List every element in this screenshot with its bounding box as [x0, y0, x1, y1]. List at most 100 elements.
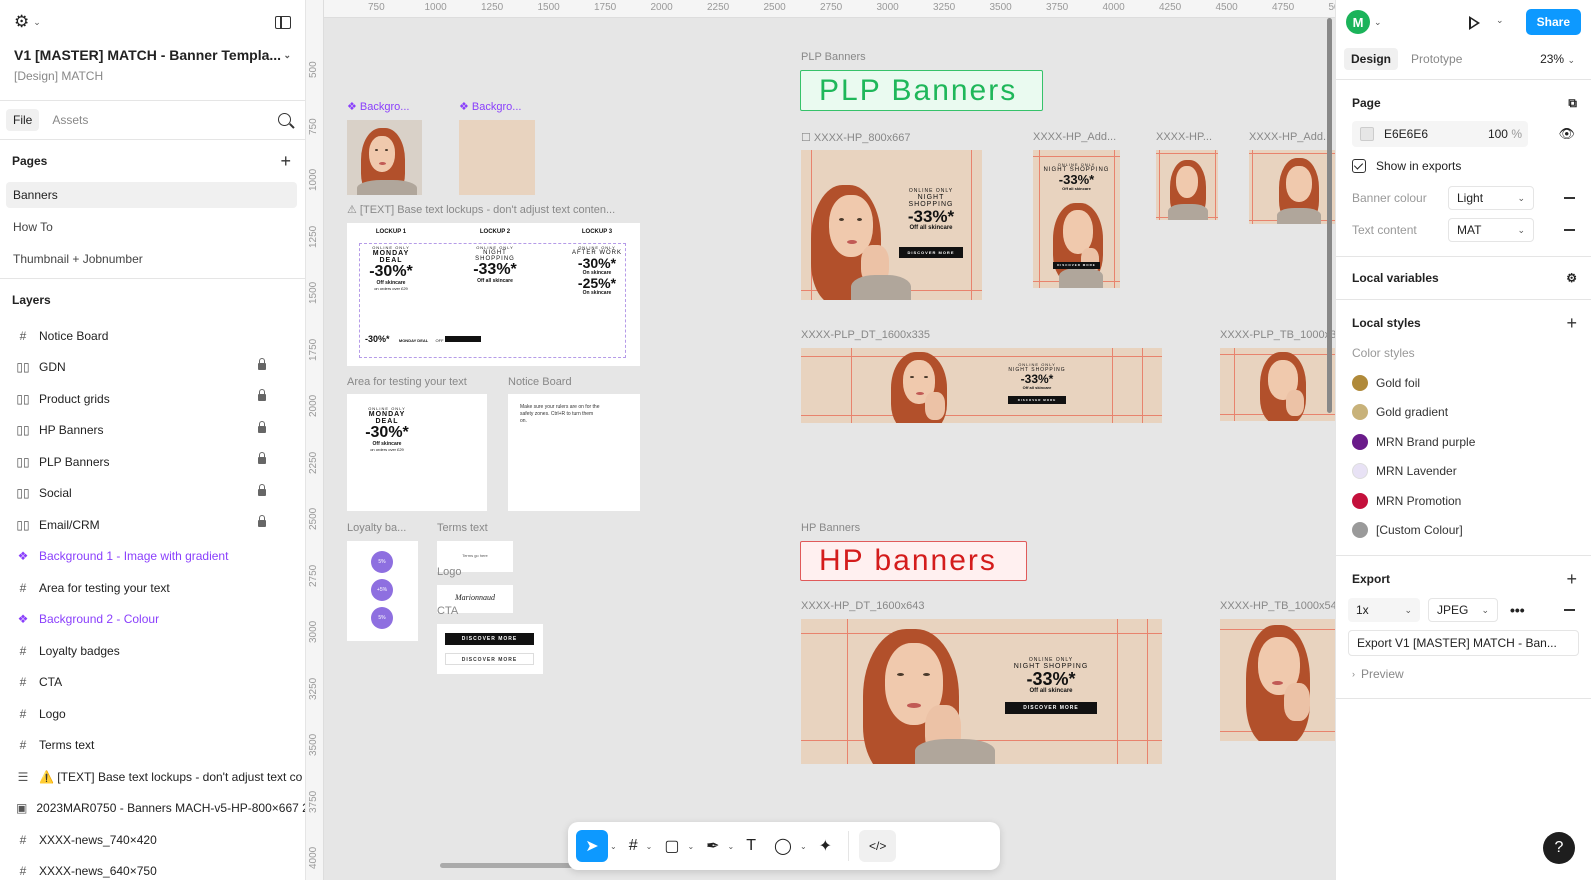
canvas[interactable]: 750 1000 1250 1500 1750 2000 2250 2500 2750 3000 3…	[306, 0, 1335, 880]
banner-plp-dt-1600x335[interactable]: ONLINE ONLY NIGHT SHOPPING -33%* Off all…	[801, 348, 1162, 423]
layer-item[interactable]: ▯▯ PLP Banners	[0, 446, 305, 478]
page-item-banners[interactable]: Banners	[6, 182, 297, 208]
color-style-item[interactable]: MRN Lavender	[1336, 457, 1591, 487]
layer-item[interactable]: ▯▯ HP Banners	[0, 415, 305, 447]
layer-item[interactable]: # Notice Board	[0, 320, 305, 352]
search-icon[interactable]	[278, 113, 291, 126]
page-color-field[interactable]: E6E6E6 100 %	[1352, 121, 1528, 147]
page-settings-icon[interactable]: ⧉	[1568, 96, 1577, 111]
layer-item[interactable]: ▯▯ GDN	[0, 352, 305, 384]
frame-label-bg1[interactable]: ❖ Backgro...	[347, 100, 409, 113]
more-options-icon[interactable]: •••	[1510, 602, 1525, 618]
file-title-row[interactable]: V1 [MASTER] MATCH - Banner Templa... ⌄	[0, 44, 305, 66]
color-style-item[interactable]: [Custom Colour]	[1336, 516, 1591, 546]
frame-label-hp-small[interactable]: XXXX-HP...	[1156, 131, 1212, 143]
cta-frame[interactable]: DISCOVER MORE DISCOVER MORE	[437, 624, 543, 674]
comment-tool-icon[interactable]: ◯	[768, 830, 798, 862]
loyalty-badges-frame[interactable]: 5% +5% 5%	[347, 541, 418, 641]
export-button[interactable]: Export V1 [MASTER] MATCH - Ban...	[1348, 630, 1579, 656]
tab-assets[interactable]: Assets	[45, 109, 95, 131]
remove-variable-icon[interactable]	[1564, 229, 1575, 231]
layer-item[interactable]: # Terms text	[0, 730, 305, 762]
banner-colour-select[interactable]: Light ⌄	[1448, 186, 1534, 210]
frame-label-loyalty[interactable]: Loyalty ba...	[347, 522, 406, 534]
layer-item[interactable]: ▯▯ Email/CRM	[0, 509, 305, 541]
frame-label-hp-800[interactable]: ☐ XXXX-HP_800x667	[801, 131, 911, 144]
page-color-swatch[interactable]	[1360, 127, 1374, 141]
plp-banners-title[interactable]: PLP Banners	[800, 70, 1043, 111]
layer-item[interactable]: ☰ ⚠️ [TEXT] Base text lockups - don't adj…	[0, 761, 305, 793]
avatar[interactable]: M	[1346, 10, 1370, 34]
hp-banners-title[interactable]: HP banners	[800, 541, 1027, 581]
tab-design[interactable]: Design	[1344, 47, 1399, 70]
pen-tool-icon[interactable]: ✒	[700, 830, 725, 862]
background-colour-frame[interactable]	[459, 120, 535, 195]
layer-item[interactable]: # XXXX-news_640×750	[0, 856, 305, 880]
preview-row[interactable]: › Preview	[1336, 660, 1591, 688]
help-button[interactable]: ?	[1543, 832, 1575, 864]
present-play-icon[interactable]	[1469, 16, 1480, 30]
text-tool-icon[interactable]: T	[740, 830, 762, 862]
page-item-how-to[interactable]: How To	[6, 214, 297, 240]
shape-tool-icon[interactable]: ▢	[658, 830, 685, 862]
layer-item[interactable]: ❖ Background 2 - Colour	[0, 604, 305, 636]
color-style-item[interactable]: Gold foil	[1336, 368, 1591, 398]
chevron-down-icon[interactable]: ⌄	[1496, 15, 1504, 26]
tab-file[interactable]: File	[6, 109, 40, 131]
lock-icon[interactable]	[258, 420, 266, 433]
banner-hp-tb[interactable]	[1220, 619, 1335, 741]
chevron-down-icon[interactable]: ⌄	[610, 842, 617, 851]
actions-icon[interactable]: ✦	[813, 830, 838, 862]
local-variables-header[interactable]: Local variables ⚙	[1336, 263, 1591, 293]
frame-label-terms[interactable]: Terms text	[437, 522, 488, 534]
page-opacity-value[interactable]: 100	[1488, 127, 1508, 141]
frame-tool-icon[interactable]: #	[623, 830, 644, 862]
frame-label-hp-add-2[interactable]: XXXX-HP_Add...	[1249, 131, 1332, 143]
share-button[interactable]: Share	[1525, 9, 1581, 35]
tab-prototype[interactable]: Prototype	[1404, 48, 1469, 70]
lock-icon[interactable]	[258, 389, 266, 401]
main-menu-button[interactable]: ⚙ ⌄	[14, 12, 41, 32]
layer-item[interactable]: # Logo	[0, 698, 305, 730]
text-content-select[interactable]: MAT ⌄	[1448, 218, 1534, 242]
frame-label-logo[interactable]: Logo	[437, 566, 461, 578]
banner-hp-small[interactable]	[1156, 150, 1218, 220]
export-format-select[interactable]: JPEG ⌄	[1428, 598, 1498, 622]
vertical-scrollbar[interactable]	[1327, 18, 1332, 413]
banner-hp-800x667[interactable]: ONLINE ONLY NIGHT SHOPPING -33%* Off all…	[801, 150, 982, 300]
layer-item[interactable]: # Area for testing your text	[0, 572, 305, 604]
chevron-down-icon[interactable]: ⌄	[800, 842, 807, 851]
color-style-item[interactable]: MRN Promotion	[1336, 486, 1591, 516]
chevron-down-icon[interactable]: ⌄	[687, 842, 694, 851]
lock-icon[interactable]	[258, 452, 266, 464]
banner-hp-add-2[interactable]	[1249, 150, 1335, 224]
add-export-icon[interactable]: +	[1566, 569, 1577, 590]
layer-item[interactable]: ▯▯ Social	[0, 478, 305, 510]
zoom-level[interactable]: 23% ⌄	[1540, 52, 1575, 66]
text-lockups-frame[interactable]: LOCKUP 1 LOCKUP 2 LOCKUP 3 ONLINE ONLY M…	[347, 223, 640, 366]
notice-board-frame[interactable]: Make sure your rulers are on for the saf…	[508, 394, 640, 511]
layer-item[interactable]: ❖ Background 1 - Image with gradient	[0, 541, 305, 573]
section-label-plp[interactable]: PLP Banners	[801, 51, 866, 63]
color-style-item[interactable]: MRN Brand purple	[1336, 427, 1591, 457]
section-label-hp[interactable]: HP Banners	[801, 522, 860, 534]
banner-hp-dt-1600x643[interactable]: ONLINE ONLY NIGHT SHOPPING -33%* Off all…	[801, 619, 1162, 764]
frame-label-lockups[interactable]: ⚠ [TEXT] Base text lockups - don't adjus…	[347, 203, 615, 216]
add-style-icon[interactable]: +	[1566, 313, 1577, 334]
layer-item[interactable]: ▣ 2023MAR0750 - Banners MACH-v5-HP-800×66…	[0, 793, 305, 825]
frame-label-hp-tb[interactable]: XXXX-HP_TB_1000x54	[1220, 600, 1335, 612]
move-tool-icon[interactable]: ➤	[576, 830, 608, 862]
variables-settings-icon[interactable]: ⚙	[1566, 271, 1577, 285]
frame-label-plp-dt[interactable]: XXXX-PLP_DT_1600x335	[801, 329, 930, 341]
background-image-frame[interactable]	[347, 120, 422, 195]
lock-icon[interactable]	[258, 515, 266, 527]
frame-label-notice[interactable]: Notice Board	[508, 376, 572, 388]
chevron-down-icon[interactable]: ⌄	[646, 842, 653, 851]
add-page-icon[interactable]: +	[280, 151, 291, 172]
layer-item[interactable]: # Loyalty badges	[0, 635, 305, 667]
frame-label-plp-tb[interactable]: XXXX-PLP_TB_1000x3	[1220, 329, 1335, 341]
chevron-down-icon[interactable]: ⌄	[728, 842, 735, 851]
frame-label-cta[interactable]: CTA	[437, 605, 458, 617]
dev-mode-icon[interactable]: </>	[859, 830, 897, 862]
show-in-exports-checkbox[interactable]	[1352, 159, 1366, 173]
